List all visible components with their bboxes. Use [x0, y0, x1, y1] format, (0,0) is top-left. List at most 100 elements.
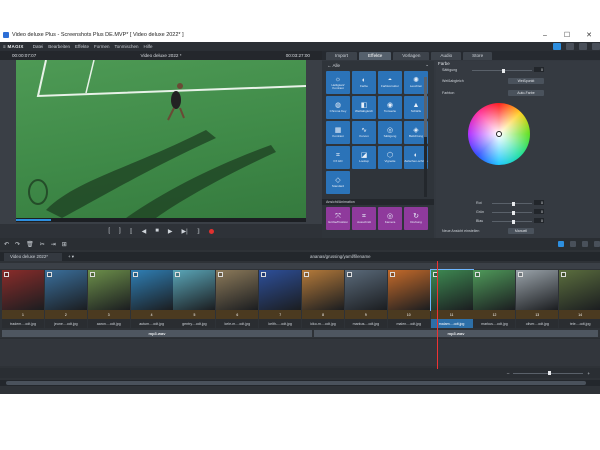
minimize-button[interactable]: –	[534, 28, 556, 42]
menu-item-hilfe[interactable]: Hilfe	[144, 44, 153, 49]
color-wheel[interactable]	[468, 103, 530, 165]
timeline-clip[interactable]: 13 oliver....odt.jpg	[516, 270, 559, 328]
menu-item-datei[interactable]: Datei	[33, 44, 44, 49]
clip-checkbox[interactable]	[4, 272, 9, 277]
clip-checkbox[interactable]	[46, 272, 52, 277]
tab-audio[interactable]: Audio	[431, 51, 462, 60]
audio-track-2[interactable]: mp3.wav	[314, 330, 598, 337]
color-picker-handle[interactable]	[496, 131, 502, 137]
overview-mode-icon[interactable]	[594, 241, 600, 247]
manual-button[interactable]: Manuell	[508, 228, 534, 234]
split-icon[interactable]: ⇥	[51, 241, 56, 248]
play-button[interactable]: ▶	[168, 228, 173, 235]
empty-tracks[interactable]	[0, 338, 600, 366]
clip-checkbox[interactable]	[132, 272, 138, 277]
timeline-scrollbar[interactable]	[0, 380, 600, 386]
clip-checkbox[interactable]	[218, 272, 224, 277]
timeline-clip[interactable]: 2 jeune....odt.jpg	[44, 270, 87, 328]
channel-value[interactable]: 0	[534, 218, 544, 223]
tab-effekte[interactable]: Effekte	[359, 51, 392, 60]
storyboard-mode-icon[interactable]	[558, 241, 564, 247]
tab-vorlagen[interactable]: Vorlagen	[393, 51, 430, 60]
tab-store[interactable]: Store	[463, 51, 493, 60]
auto-color-button[interactable]: Auto-Farbe	[508, 90, 544, 96]
playhead[interactable]	[437, 261, 438, 369]
mark-out-button[interactable]: ]	[119, 228, 121, 234]
more-icon[interactable]	[592, 43, 600, 50]
add-tab-icon[interactable]: + ▾	[68, 254, 74, 260]
animation-effect-tile[interactable]: ⤧ Größe/Position	[326, 207, 350, 230]
video-preview[interactable]	[16, 60, 306, 218]
effect-tile[interactable]: ◐ Farbe	[352, 71, 376, 94]
menu-item-effekte[interactable]: Effekte	[75, 44, 89, 49]
effect-tile[interactable]: ◇ Standard	[326, 171, 350, 194]
channel-value[interactable]: 0	[534, 200, 544, 205]
menu-item-bearbeiten[interactable]: Bearbeiten	[48, 44, 70, 49]
effect-tile[interactable]: ◧ Weißabgleich	[352, 96, 376, 119]
white-point-button[interactable]: Weißpunkt	[508, 78, 544, 84]
prev-marker-button[interactable]: ⟦	[130, 228, 133, 235]
effects-back-link[interactable]: ← Alle	[327, 63, 340, 68]
clip-checkbox[interactable]	[89, 272, 95, 277]
timeline-clip[interactable]: 12 markus....odt.jpg	[473, 270, 516, 328]
rewind-button[interactable]: ◀	[142, 228, 147, 235]
scene-mode-icon[interactable]	[582, 241, 588, 247]
tab-import[interactable]: Import	[326, 51, 358, 60]
timeline-clip[interactable]: 6 kele-m....odt.jpg	[216, 270, 259, 328]
zoom-in-icon[interactable]: +	[587, 371, 590, 376]
upload-icon[interactable]	[553, 43, 561, 50]
zoom-slider[interactable]	[513, 371, 584, 375]
redo-icon[interactable]: ↷	[15, 241, 20, 248]
channel-slider[interactable]	[492, 210, 532, 215]
saturation-slider[interactable]	[472, 68, 532, 73]
effect-tile[interactable]: ∿ Kurven	[352, 121, 376, 144]
audio-track-1[interactable]: mp3.wav	[2, 330, 312, 337]
record-button[interactable]	[208, 228, 214, 234]
effect-tile[interactable]: ☼ Helligkeit/ Kontrast	[326, 71, 350, 94]
timeline-clip[interactable]: 4 autum....odt.jpg	[130, 270, 173, 328]
clip-checkbox[interactable]	[346, 272, 352, 277]
settings-icon[interactable]	[566, 43, 574, 50]
effect-tile[interactable]: ◪ Lookup	[352, 146, 376, 169]
effect-tile[interactable]: ◓ Farbkorrektur	[378, 71, 402, 94]
close-button[interactable]: ✕	[578, 28, 600, 42]
effect-tile[interactable]: ⌗ FX HD	[326, 146, 350, 169]
timeline-mode-icon[interactable]	[570, 241, 576, 247]
effect-tile[interactable]: ◎ Sättigung	[378, 121, 402, 144]
menu-item-tonmischen[interactable]: Tonmischen	[114, 44, 138, 49]
menu-item-formen[interactable]: Formen	[94, 44, 110, 49]
animation-effect-tile[interactable]: ↻ Drehung	[404, 207, 428, 230]
timeline-clip[interactable]: 14 tele....odt.jpg	[559, 270, 600, 328]
group-icon[interactable]: ⊞	[62, 241, 67, 248]
timeline-clip[interactable]: 9 markus....odt.jpg	[344, 270, 387, 328]
chevron-down-icon[interactable]: ⌄	[425, 62, 429, 68]
effect-tile[interactable]: ▦ Kontrast	[326, 121, 350, 144]
maximize-button[interactable]: ☐	[556, 28, 578, 42]
timeline-clip[interactable]: 3 aaron....odt.jpg	[87, 270, 130, 328]
timeline-ruler[interactable]	[0, 263, 600, 269]
timeline-clip[interactable]: 5 gentry....odt.jpg	[173, 270, 216, 328]
channel-slider[interactable]	[492, 201, 532, 206]
next-marker-button[interactable]: ⟧	[197, 228, 200, 235]
clip-checkbox[interactable]	[389, 272, 395, 277]
clip-checkbox[interactable]	[561, 272, 567, 277]
effect-tile[interactable]: ◍ Chroma Key	[326, 96, 350, 119]
clip-checkbox[interactable]	[518, 272, 524, 277]
channel-value[interactable]: 0	[534, 209, 544, 214]
effect-tile[interactable]: ◉ Tonwerte	[378, 96, 402, 119]
timeline-clip[interactable]: 8 kiko-m....odt.jpg	[302, 270, 345, 328]
effect-tile[interactable]: ⬡ Vignette	[378, 146, 402, 169]
zoom-out-label[interactable]: –	[507, 371, 510, 376]
tab-project[interactable]: Video deluxe 2022*	[4, 252, 63, 261]
stop-button[interactable]: ■	[155, 228, 159, 234]
animation-effect-tile[interactable]: ◎ Kamera	[378, 207, 402, 230]
channel-slider[interactable]	[492, 219, 532, 224]
animation-effect-tile[interactable]: ⌗ Ausschnitt	[352, 207, 376, 230]
clip-checkbox[interactable]	[261, 272, 267, 277]
clip-checkbox[interactable]	[304, 272, 310, 277]
undo-icon[interactable]: ↶	[4, 241, 9, 248]
mark-in-button[interactable]: [	[108, 228, 110, 234]
timeline-clip[interactable]: 1 tradem....odt.jpg	[2, 270, 44, 328]
clip-checkbox[interactable]	[475, 272, 481, 277]
timeline-clip[interactable]: 10 malen....odt.jpg	[387, 270, 430, 328]
